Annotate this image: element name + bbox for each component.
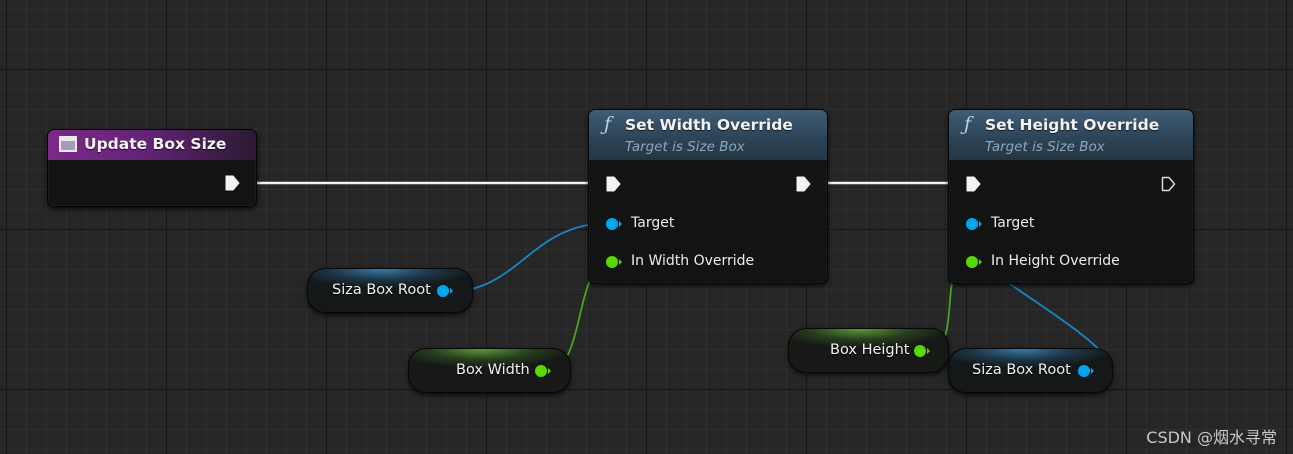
function-node-set-width-override[interactable]: ƒ Set Width Override Target is Size Box … <box>588 109 828 284</box>
variable-node-box-height[interactable]: Box Height <box>788 328 949 373</box>
in-height-override-label: In Height Override <box>991 253 1120 269</box>
variable-label: Box Height <box>830 342 910 358</box>
set-height-header: ƒ Set Height Override Target is Size Box <box>949 110 1193 160</box>
in-width-override-pin[interactable] <box>605 255 623 269</box>
variable-label: Siza Box Root <box>332 282 431 298</box>
variable-node-size-box-root[interactable]: Siza Box Root <box>307 268 473 313</box>
set-width-subtitle: Target is Size Box <box>625 139 745 155</box>
target-pin-label: Target <box>991 215 1035 231</box>
exec-in-pin[interactable] <box>606 176 621 192</box>
function-icon: ƒ <box>964 113 972 135</box>
target-pin[interactable] <box>605 217 623 231</box>
exec-out-pin-unconnected[interactable] <box>1161 176 1176 192</box>
float-out-pin[interactable] <box>534 364 552 378</box>
event-icon <box>59 136 77 152</box>
watermark: CSDN @烟水寻常 <box>1146 428 1277 447</box>
target-pin[interactable] <box>965 217 983 231</box>
object-out-pin[interactable] <box>1077 364 1095 378</box>
set-height-title: Set Height Override <box>985 116 1160 134</box>
event-node-title: Update Box Size <box>84 135 227 153</box>
exec-in-pin[interactable] <box>966 176 981 192</box>
exec-out-pin[interactable] <box>796 176 811 192</box>
variable-node-size-box-root[interactable]: Siza Box Root <box>948 348 1113 393</box>
object-out-pin[interactable] <box>436 284 454 298</box>
blueprint-graph[interactable]: Update Box Size ƒ Set Width Override Tar… <box>0 0 1293 454</box>
in-height-override-pin[interactable] <box>965 255 983 269</box>
exec-out-pin[interactable] <box>225 175 240 191</box>
float-out-pin[interactable] <box>913 344 931 358</box>
set-width-header: ƒ Set Width Override Target is Size Box <box>589 110 827 160</box>
event-node-header: Update Box Size <box>48 130 256 160</box>
target-pin-label: Target <box>631 215 675 231</box>
event-node-update-box-size[interactable]: Update Box Size <box>47 129 257 207</box>
variable-label: Siza Box Root <box>972 362 1071 378</box>
function-icon: ƒ <box>604 113 612 135</box>
variable-node-box-width[interactable]: Box Width <box>408 348 571 393</box>
function-node-set-height-override[interactable]: ƒ Set Height Override Target is Size Box… <box>948 109 1194 284</box>
set-width-title: Set Width Override <box>625 116 793 134</box>
variable-label: Box Width <box>456 362 530 378</box>
in-width-override-label: In Width Override <box>631 253 755 269</box>
set-height-subtitle: Target is Size Box <box>985 139 1105 155</box>
